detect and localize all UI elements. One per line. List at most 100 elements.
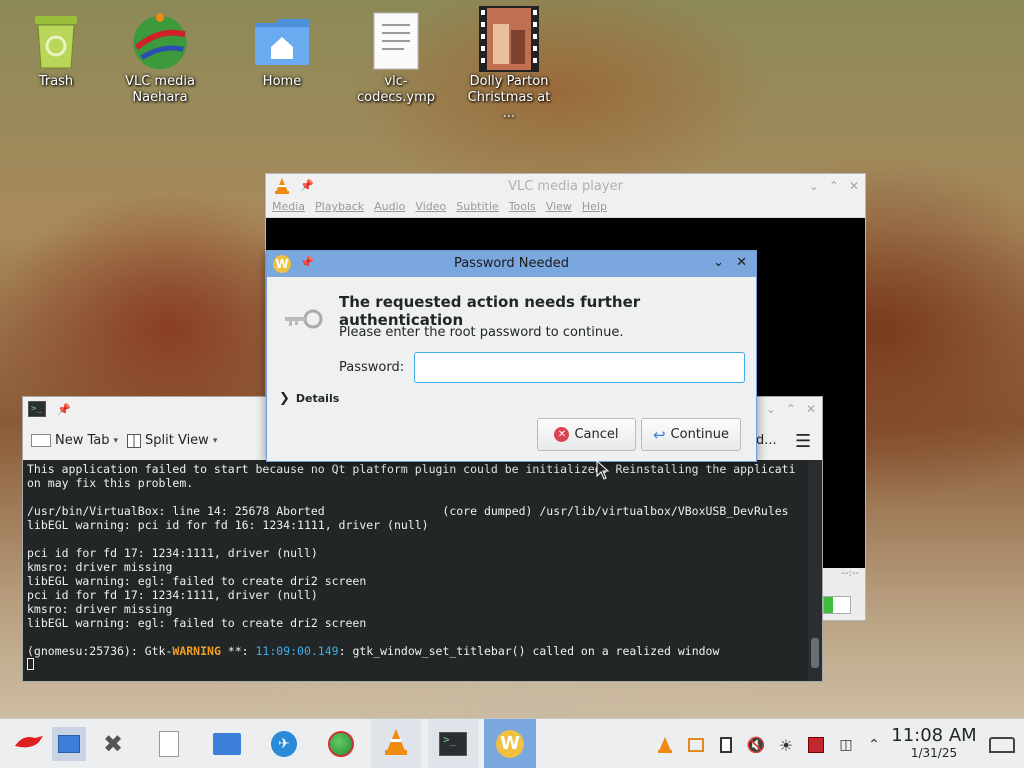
maximize-icon[interactable]: ⌃ xyxy=(786,402,796,416)
new-tab-icon xyxy=(31,434,51,447)
tray-brightness-icon[interactable]: ☀ xyxy=(776,735,796,755)
continue-icon: ↩ xyxy=(652,425,666,444)
menu-media[interactable]: Media xyxy=(272,200,305,217)
continue-button[interactable]: ↩ Continue xyxy=(641,418,741,451)
tray-vlc-icon[interactable] xyxy=(655,735,675,755)
hamburger-menu-icon[interactable]: ☰ xyxy=(795,431,811,452)
menu-view[interactable]: View xyxy=(546,200,572,217)
taskbar-browser[interactable]: ✈ xyxy=(267,727,301,761)
clock-date: 1/31/25 xyxy=(910,746,958,760)
desktop-icon-label: Home xyxy=(262,74,302,89)
menu-video[interactable]: Video xyxy=(415,200,446,217)
dialog-heading: The requested action needs further authe… xyxy=(339,293,641,329)
dialog-app-icon: W xyxy=(496,730,524,758)
globe-icon xyxy=(328,731,354,757)
start-menu-button[interactable] xyxy=(12,727,46,761)
keys-icon xyxy=(281,303,323,337)
terminal-line: /usr/bin/VirtualBox: line 14: 25678 Abor… xyxy=(27,504,789,518)
vlc-menubar: Media Playback Audio Video Subtitle Tool… xyxy=(266,200,865,218)
trash-icon xyxy=(26,10,86,72)
minimize-icon[interactable]: ⌄ xyxy=(713,255,724,270)
tray-clipboard-icon[interactable] xyxy=(716,735,736,755)
tray-peek-desktop-icon[interactable] xyxy=(988,735,1016,755)
terminal-icon: >_ xyxy=(28,401,46,417)
taskbar-terminal[interactable]: >_ xyxy=(428,719,478,768)
new-tab-button[interactable]: New Tab ▾ xyxy=(31,433,118,448)
desktop-icon-label: VLC media Naehara xyxy=(125,74,195,105)
clock-time: 11:08 AM xyxy=(891,725,977,746)
tray-network-icon[interactable]: ◫ xyxy=(836,735,856,755)
app-launcher-icon xyxy=(13,732,45,756)
tray-volume-muted-icon[interactable]: 🔇 xyxy=(746,735,766,755)
menu-subtitle[interactable]: Subtitle xyxy=(456,200,498,217)
show-desktop-button[interactable] xyxy=(52,727,86,761)
taskbar-globe-app[interactable] xyxy=(324,727,358,761)
mouse-cursor-icon xyxy=(596,459,610,484)
dropdown-arrow-icon: ▾ xyxy=(113,435,119,446)
close-icon[interactable]: ✕ xyxy=(806,402,816,416)
vlc-cone-icon xyxy=(383,728,409,760)
menu-audio[interactable]: Audio xyxy=(374,200,405,217)
chevron-right-icon: ❯ xyxy=(279,391,290,406)
cancel-icon: ✕ xyxy=(554,427,570,442)
password-label: Password: xyxy=(339,360,405,375)
desktop-icon xyxy=(58,735,80,753)
cancel-button[interactable]: ✕ Cancel xyxy=(537,418,636,451)
terminal-line: pci id for fd 17: 1234:1111, driver (nul… xyxy=(27,588,318,602)
details-expander[interactable]: ❯ Details xyxy=(279,391,339,406)
menu-tools[interactable]: Tools xyxy=(509,200,536,217)
globe-icon xyxy=(130,10,190,72)
terminal-cursor xyxy=(27,658,805,673)
desktop-icon-dolly-parton-video[interactable]: Dolly Parton Christmas at ... xyxy=(464,6,554,122)
menu-playback[interactable]: Playback xyxy=(315,200,364,217)
close-icon[interactable]: ✕ xyxy=(849,179,859,193)
folder-icon xyxy=(213,733,241,755)
taskbar-password-dialog[interactable]: W xyxy=(484,719,536,768)
toolbar-overflow-label[interactable]: d... xyxy=(756,433,777,448)
maximize-icon[interactable]: ⌃ xyxy=(829,179,839,193)
tray-windows-icon[interactable] xyxy=(686,735,706,755)
terminal-output[interactable]: This application failed to start because… xyxy=(23,460,809,681)
vlc-titlebar[interactable]: 📌 VLC media player ⌄ ⌃ ✕ xyxy=(266,174,865,200)
desktop-icon-label: vlc-codecs.ymp xyxy=(356,74,435,105)
pin-icon[interactable]: 📌 xyxy=(57,403,71,416)
scrollbar-thumb[interactable] xyxy=(811,638,819,668)
terminal-scrollbar[interactable] xyxy=(808,460,822,681)
tray-expand-icon[interactable]: ⌃ xyxy=(864,735,884,755)
menu-help[interactable]: Help xyxy=(582,200,607,217)
tray-save-icon[interactable] xyxy=(806,735,826,755)
password-dialog[interactable]: W 📌 Password Needed ⌄ ✕ The requested ac… xyxy=(266,250,757,462)
terminal-line: This application failed to start because… xyxy=(27,462,796,476)
browser-icon: ✈ xyxy=(271,731,297,757)
split-view-button[interactable]: Split View ▾ xyxy=(127,433,217,448)
document-icon xyxy=(366,10,426,72)
dialog-titlebar[interactable]: W 📌 Password Needed ⌄ ✕ xyxy=(267,251,756,277)
taskbar-settings[interactable]: ✖ xyxy=(96,727,130,761)
desktop-icon-vlc-codecs[interactable]: vlc-codecs.ymp xyxy=(351,10,441,106)
taskbar: ✖ ✈ >_ W 🔇 ☀ ◫ ⌃ 11:08 AM 1/31/25 xyxy=(0,718,1024,768)
video-file-icon xyxy=(479,6,539,72)
volume-slider[interactable] xyxy=(823,596,851,614)
desktop-icon-trash[interactable]: Trash xyxy=(11,10,101,90)
desktop-icon-home[interactable]: Home xyxy=(237,10,327,90)
terminal-line: on may fix this problem. xyxy=(27,476,194,490)
desktop-icon-vlc-media[interactable]: VLC media Naehara xyxy=(115,10,205,106)
minimize-icon[interactable]: ⌄ xyxy=(766,402,776,416)
desktop-icon-label: Trash xyxy=(38,74,74,89)
taskbar-clock[interactable]: 11:08 AM 1/31/25 xyxy=(888,725,980,761)
terminal-icon: >_ xyxy=(439,732,467,756)
text-editor-icon xyxy=(159,731,179,757)
terminal-line: pci id for fd 17: 1234:1111, driver (nul… xyxy=(27,546,318,560)
terminal-line: kmsro: driver missing xyxy=(27,602,173,616)
terminal-line: libEGL warning: egl: failed to create dr… xyxy=(27,616,367,630)
close-icon[interactable]: ✕ xyxy=(736,255,747,270)
taskbar-text-editor[interactable] xyxy=(152,727,186,761)
password-input[interactable] xyxy=(414,352,745,383)
taskbar-vlc[interactable] xyxy=(371,719,421,768)
minimize-icon[interactable]: ⌄ xyxy=(809,179,819,193)
taskbar-file-manager[interactable] xyxy=(210,727,244,761)
terminal-text: This application failed to start because… xyxy=(27,462,805,644)
vlc-time: --:-- xyxy=(841,568,859,579)
